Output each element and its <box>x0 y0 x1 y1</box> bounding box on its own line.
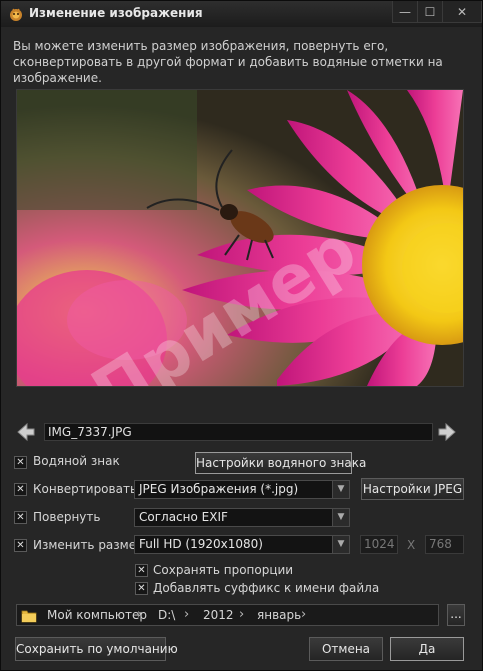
watermark-checkbox[interactable]: ✕ <box>14 456 27 469</box>
breadcrumb-item[interactable]: 2012 <box>203 608 234 622</box>
chevron-right-icon[interactable]: › <box>137 607 142 622</box>
resize-preset-value: Full HD (1920x1080) <box>139 537 263 551</box>
convert-label: Конвертировать <box>33 482 138 496</box>
previous-image-arrow-icon[interactable] <box>16 422 36 442</box>
chevron-right-icon[interactable]: › <box>301 607 306 622</box>
convert-checkbox[interactable]: ✕ <box>14 483 27 496</box>
chevron-down-icon[interactable]: ▼ <box>332 536 349 553</box>
cancel-button[interactable]: Отмена <box>309 637 383 661</box>
resize-preset-select[interactable]: Full HD (1920x1080) ▼ <box>134 535 350 554</box>
watermark-settings-button[interactable]: Настройки водяного знака <box>195 452 366 474</box>
chevron-right-icon[interactable]: › <box>184 607 189 622</box>
breadcrumb-item[interactable]: D:\ <box>158 608 175 622</box>
height-input[interactable]: 768 <box>425 535 464 554</box>
filename-field[interactable]: IMG_7337.JPG <box>44 423 433 441</box>
next-image-arrow-icon[interactable] <box>437 422 457 442</box>
format-select-value: JPEG Изображения (*.jpg) <box>139 482 299 496</box>
title-bar[interactable]: Изменение изображения — ☐ ✕ <box>1 1 482 27</box>
jpeg-settings-button[interactable]: Настройки JPEG <box>361 478 464 500</box>
rotate-select-value: Согласно EXIF <box>139 510 228 524</box>
keep-ratio-label: Сохранять пропорции <box>153 563 294 577</box>
chevron-down-icon[interactable]: ▼ <box>332 481 349 498</box>
dialog-description: Вы можете изменить размер изображения, п… <box>13 39 443 85</box>
add-suffix-label: Добавлять суффикс к имени файла <box>153 581 380 595</box>
add-suffix-checkbox[interactable]: ✕ <box>135 582 148 595</box>
keep-ratio-checkbox[interactable]: ✕ <box>135 564 148 577</box>
breadcrumb[interactable]: Мой компьютер › D:\ › 2012 › январь › <box>16 604 439 626</box>
dialog-window: Изменение изображения — ☐ ✕ Вы можете из… <box>0 0 483 671</box>
rotate-label: Повернуть <box>33 510 101 524</box>
preview-photo: Пример <box>17 90 463 386</box>
breadcrumb-item[interactable]: Мой компьютер <box>47 608 147 622</box>
width-input[interactable]: 1024 <box>360 535 398 554</box>
chevron-right-icon[interactable]: › <box>239 607 244 622</box>
save-default-button[interactable]: Сохранить по умолчанию <box>15 637 178 661</box>
window-title: Изменение изображения <box>29 6 203 20</box>
resize-label: Изменить размер <box>33 538 144 552</box>
app-logo-icon <box>10 8 22 21</box>
image-preview: Пример <box>16 89 464 387</box>
ok-button[interactable]: Да <box>390 637 464 661</box>
format-select[interactable]: JPEG Изображения (*.jpg) ▼ <box>134 480 350 499</box>
folder-icon <box>21 610 37 623</box>
watermark-label: Водяной знак <box>33 454 120 468</box>
rotate-checkbox[interactable]: ✕ <box>14 511 27 524</box>
maximize-button[interactable]: ☐ <box>417 1 443 23</box>
close-button[interactable]: ✕ <box>442 1 482 23</box>
breadcrumb-item[interactable]: январь <box>257 608 301 622</box>
rotate-select[interactable]: Согласно EXIF ▼ <box>134 508 350 527</box>
resize-checkbox[interactable]: ✕ <box>14 539 27 552</box>
chevron-down-icon[interactable]: ▼ <box>332 509 349 526</box>
dimension-separator: X <box>407 538 416 552</box>
browse-button[interactable]: ... <box>447 604 465 626</box>
minimize-button[interactable]: — <box>392 1 418 23</box>
